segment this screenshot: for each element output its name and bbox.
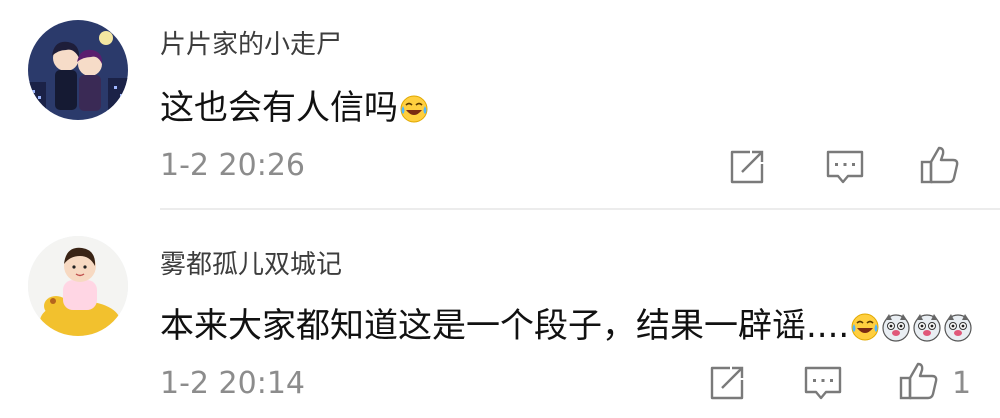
comment-timestamp: 1-2 20:14 (160, 366, 305, 401)
thumbs-up-icon (920, 146, 959, 184)
like-button[interactable] (919, 144, 961, 186)
repost-button[interactable] (726, 146, 768, 188)
comment-timestamp: 1-2 20:26 (160, 148, 305, 183)
comment-item: 片片家的小走尸 这也会有人信吗 1-2 20:26 (0, 0, 1000, 208)
avatar-illustration (28, 20, 128, 120)
comment-icon (826, 150, 864, 184)
reply-button[interactable] (824, 146, 866, 188)
comment-icon (804, 366, 842, 400)
repost-button[interactable] (706, 362, 748, 404)
comment-text-line: 本来大家都知道这是一个段子，结果一辟谣.... (160, 298, 973, 347)
like-button[interactable] (898, 360, 940, 402)
laugh-tears-emoji (851, 313, 879, 341)
avatar-photo (28, 236, 128, 336)
laugh-tears-emoji (400, 95, 428, 123)
dog-face-emoji (944, 314, 972, 342)
comment-username[interactable]: 片片家的小走尸 (160, 24, 342, 61)
thumbs-up-icon (899, 362, 938, 400)
dog-face-emoji (882, 314, 910, 342)
comment-item: 雾都孤儿双城记 本来大家都知道这是一个段子，结果一辟谣.... 1-2 20:1… (0, 210, 1000, 418)
share-icon (730, 150, 764, 184)
comment-text: 本来大家都知道这是一个段子，结果一辟谣.... (160, 306, 850, 346)
user-avatar[interactable] (28, 236, 128, 336)
reply-button[interactable] (802, 362, 844, 404)
comment-username[interactable]: 雾都孤儿双城记 (160, 244, 342, 281)
like-count: 1 (952, 366, 972, 401)
dog-face-emoji (913, 314, 941, 342)
share-icon (710, 366, 744, 400)
user-avatar[interactable] (28, 20, 128, 120)
comment-text: 这也会有人信吗 (160, 88, 398, 128)
comment-text-line: 这也会有人信吗 (160, 80, 429, 129)
